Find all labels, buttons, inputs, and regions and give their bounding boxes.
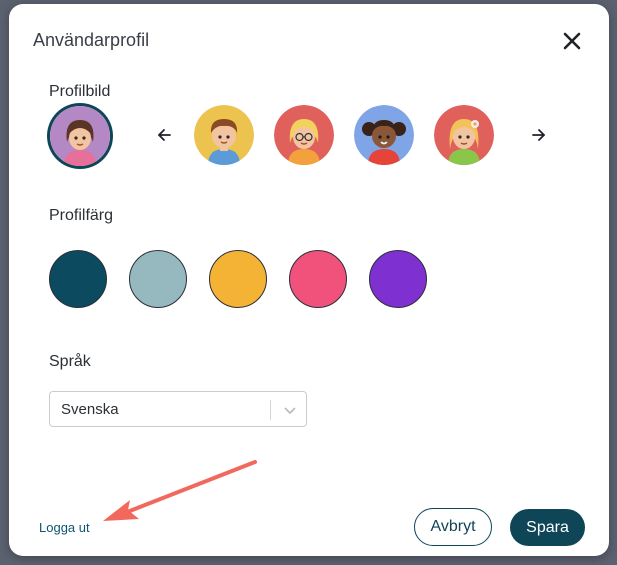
save-button[interactable]: Spara xyxy=(510,509,585,546)
language-label: Språk xyxy=(49,353,91,370)
color-swatch-5[interactable] xyxy=(369,250,427,308)
close-icon[interactable] xyxy=(561,30,583,52)
language-select-value: Svenska xyxy=(61,401,119,418)
user-profile-dialog: Användarprofil Profilbild Profilfärg Spr… xyxy=(9,4,609,556)
selected-avatar[interactable] xyxy=(50,106,110,166)
chevron-down-icon xyxy=(283,403,297,417)
profile-picture-label: Profilbild xyxy=(49,83,111,100)
cancel-button[interactable]: Avbryt xyxy=(414,508,492,546)
arrow-right-icon[interactable] xyxy=(529,126,547,144)
profile-color-label: Profilfärg xyxy=(49,207,114,224)
avatar-option-boy[interactable] xyxy=(194,105,254,165)
logout-link[interactable]: Logga ut xyxy=(39,520,90,535)
avatar-option-girl-glasses[interactable] xyxy=(274,105,334,165)
color-swatch-2[interactable] xyxy=(129,250,187,308)
avatar-option-girl-pigtails[interactable] xyxy=(354,105,414,165)
language-select[interactable]: Svenska xyxy=(49,391,307,427)
select-divider xyxy=(270,400,271,420)
arrow-left-icon[interactable] xyxy=(156,126,174,144)
avatar-option-girl-flower[interactable] xyxy=(434,105,494,165)
color-swatch-4[interactable] xyxy=(289,250,347,308)
color-swatch-1[interactable] xyxy=(49,250,107,308)
color-swatch-3[interactable] xyxy=(209,250,267,308)
dialog-title: Användarprofil xyxy=(33,30,150,50)
